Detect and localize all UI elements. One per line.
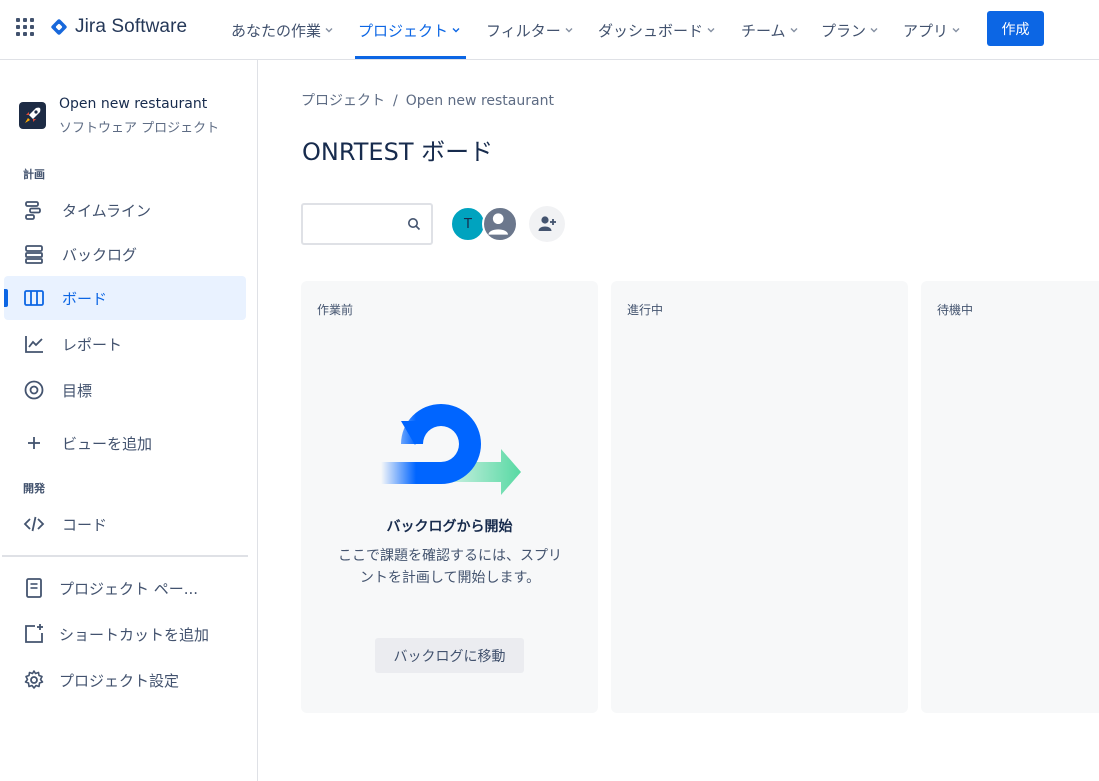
go-to-backlog-button[interactable]: バックログに移動 <box>375 638 524 673</box>
project-type: ソフトウェア プロジェクト <box>59 121 220 136</box>
active-nav-indicator <box>355 56 466 59</box>
nav-dashboards[interactable]: ダッシュボード <box>598 18 715 42</box>
project-sidebar: Open new restaurant ソフトウェア プロジェクト 計画 タイム… <box>0 60 258 781</box>
board-column-in-progress: 進行中 <box>611 281 908 713</box>
app-switcher-icon[interactable] <box>16 18 36 38</box>
column-title: 作業前 <box>317 303 354 317</box>
sidebar-item-project-pages[interactable]: プロジェクト ペー... <box>4 566 246 610</box>
empty-state-title: バックログから開始 <box>386 519 513 535</box>
chevron-down-icon <box>870 28 878 33</box>
board-icon <box>24 290 44 306</box>
sidebar-item-code[interactable]: コード <box>4 502 246 546</box>
breadcrumb-projects-link[interactable]: プロジェクト <box>301 93 385 109</box>
start-from-backlog-illustration-icon <box>381 404 521 495</box>
jira-logo[interactable]: Jira Software <box>49 16 187 38</box>
code-icon <box>23 516 45 532</box>
sidebar-item-label: タイムライン <box>62 201 151 220</box>
jira-diamond-icon <box>51 19 67 35</box>
nav-label: プロジェクト <box>358 21 449 40</box>
sidebar-item-label: ビューを追加 <box>62 434 153 453</box>
chevron-down-icon <box>790 28 798 33</box>
chevron-down-icon <box>452 28 460 33</box>
sidebar-item-board[interactable]: ボード <box>4 276 246 320</box>
nav-label: チーム <box>741 21 786 40</box>
sidebar-item-label: ボード <box>62 289 108 308</box>
sidebar-item-add-view[interactable]: ビューを追加 <box>4 421 246 465</box>
sidebar-item-label: バックログ <box>62 245 138 264</box>
section-label-plan: 計画 <box>23 168 45 181</box>
reports-icon <box>25 336 43 353</box>
goals-icon <box>24 380 44 400</box>
search-icon <box>408 218 421 231</box>
avatar[interactable] <box>482 206 518 242</box>
chevron-down-icon <box>565 28 573 33</box>
project-avatar[interactable] <box>19 102 46 129</box>
rocket-icon <box>25 107 41 123</box>
chevron-down-icon <box>952 28 960 33</box>
section-label-dev: 開発 <box>23 482 45 495</box>
breadcrumb-project-link[interactable]: Open new restaurant <box>406 93 554 109</box>
gear-icon <box>24 670 44 689</box>
nav-plans[interactable]: プラン <box>821 18 878 42</box>
page-icon <box>26 578 42 598</box>
nav-label: プラン <box>821 21 867 40</box>
nav-label: アプリ <box>903 21 949 40</box>
timeline-icon <box>25 201 41 220</box>
nav-teams[interactable]: チーム <box>741 18 798 42</box>
nav-your-work[interactable]: あなたの作業 <box>231 18 333 42</box>
plus-icon <box>28 437 40 449</box>
breadcrumb-separator: / <box>393 93 398 109</box>
nav-filters[interactable]: フィルター <box>486 18 573 42</box>
sidebar-item-label: 目標 <box>62 381 93 400</box>
avatar[interactable]: T <box>450 206 486 242</box>
chevron-down-icon <box>707 28 715 33</box>
nav-label: フィルター <box>486 21 561 40</box>
user-icon <box>488 213 508 235</box>
sidebar-item-label: ショートカットを追加 <box>59 625 210 644</box>
board-column-waiting: 待機中 <box>921 281 1099 713</box>
add-shortcut-icon <box>25 624 43 643</box>
empty-state-description: ここで課題を確認するには、スプリントを計画して開始します。 <box>338 548 562 586</box>
sidebar-divider <box>2 555 248 557</box>
selected-item-indicator <box>4 289 8 307</box>
sidebar-item-backlog[interactable]: バックログ <box>4 232 246 276</box>
sidebar-item-timeline[interactable]: タイムライン <box>4 188 246 232</box>
sidebar-item-label: レポート <box>62 335 123 354</box>
board-column-todo: 作業前 バックログから開始 ここで課題を確認するには、スプリントを計画して開始し… <box>301 281 598 713</box>
nav-label: あなたの作業 <box>231 21 322 40</box>
sidebar-item-reports[interactable]: レポート <box>4 322 246 366</box>
sidebar-item-goals[interactable]: 目標 <box>4 368 246 412</box>
column-title: 待機中 <box>937 303 974 317</box>
add-people-button[interactable] <box>529 206 565 242</box>
sidebar-item-add-shortcut[interactable]: ショートカットを追加 <box>4 612 246 656</box>
project-name: Open new restaurant <box>59 96 208 112</box>
search-input[interactable] <box>309 213 399 235</box>
nav-projects[interactable]: プロジェクト <box>358 18 460 42</box>
sidebar-item-label: プロジェクト設定 <box>59 671 180 690</box>
sidebar-item-label: コード <box>62 515 108 534</box>
column-title: 進行中 <box>627 303 664 317</box>
breadcrumb: プロジェクト / Open new restaurant <box>301 90 554 110</box>
sidebar-item-project-settings[interactable]: プロジェクト設定 <box>4 658 246 702</box>
top-navigation: Jira Software あなたの作業 プロジェクト フィルター ダッシュボー… <box>0 0 1099 60</box>
add-person-icon <box>538 216 556 231</box>
create-button[interactable]: 作成 <box>987 11 1044 46</box>
nav-label: ダッシュボード <box>598 21 704 40</box>
backlog-icon <box>25 245 43 264</box>
board-search[interactable] <box>301 203 433 245</box>
sidebar-item-label: プロジェクト ペー... <box>59 579 199 598</box>
app-name: Jira Software <box>75 16 188 37</box>
nav-apps[interactable]: アプリ <box>903 18 960 42</box>
page-title: ONRTEST ボード <box>302 138 494 166</box>
chevron-down-icon <box>325 28 333 33</box>
